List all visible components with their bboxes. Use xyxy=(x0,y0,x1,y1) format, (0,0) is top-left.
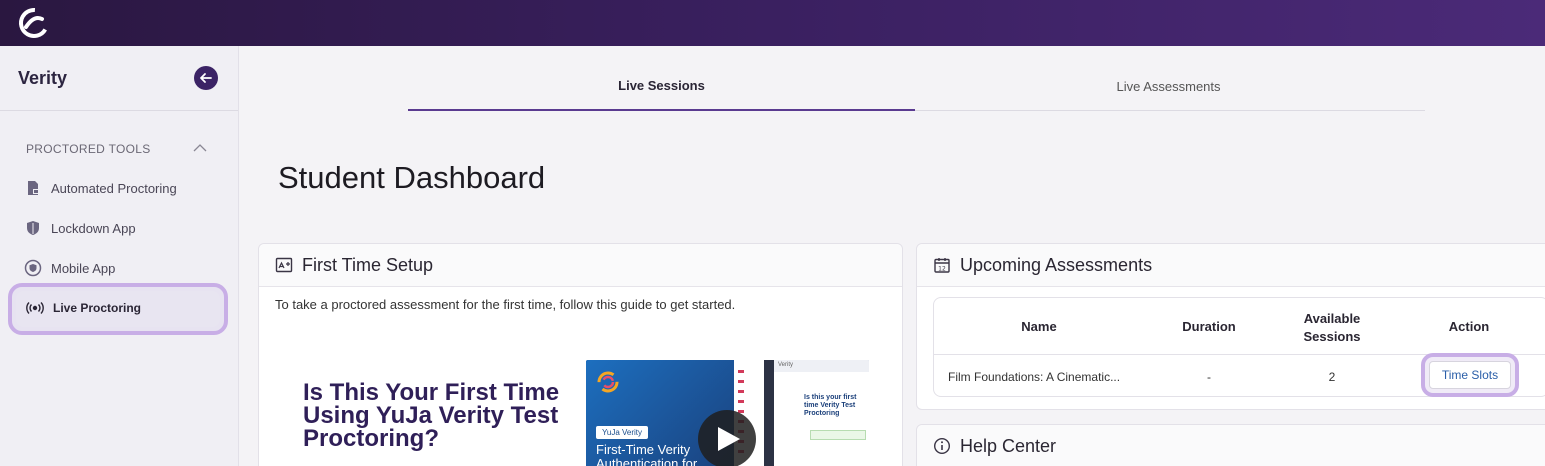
chevron-up-icon[interactable] xyxy=(192,142,208,154)
arrow-left-icon xyxy=(200,73,212,83)
card-title: Help Center xyxy=(960,435,1057,456)
first-time-setup-card: First Time Setup To take a proctored ass… xyxy=(258,243,903,466)
upcoming-assessments-table: Name Duration Available Sessions Action … xyxy=(933,297,1545,397)
sidebar-item-live-proctoring[interactable]: Live Proctoring xyxy=(26,298,141,318)
proctored-tools-section-label: PROCTORED TOOLS xyxy=(26,142,151,156)
shield-icon xyxy=(27,221,39,235)
video-window-heading: Is this your first time Verity Test Proc… xyxy=(804,394,857,417)
help-center-header: Help Center xyxy=(917,425,1545,466)
sidebar-item-label: Automated Proctoring xyxy=(51,180,177,196)
top-navigation-bar xyxy=(0,0,1545,46)
info-icon xyxy=(933,437,951,455)
column-header-name: Name xyxy=(1021,319,1057,334)
calendar-icon: 12 xyxy=(934,258,950,273)
card-title: First Time Setup xyxy=(302,254,434,275)
column-header-action: Action xyxy=(1448,319,1490,334)
session-tabs: Live Sessions Live Assessments xyxy=(408,66,1425,111)
sidebar-header: Verity xyxy=(0,46,238,111)
setup-description: To take a proctored assessment for the f… xyxy=(275,297,736,312)
play-button[interactable] xyxy=(698,410,756,466)
sidebar-item-automated-proctoring[interactable]: Automated Proctoring xyxy=(24,178,177,198)
video-green-box xyxy=(810,430,866,440)
first-time-setup-header: First Time Setup xyxy=(259,244,902,287)
yuja-logo-icon xyxy=(597,371,619,393)
page-title: Student Dashboard xyxy=(278,160,546,195)
svg-text:12: 12 xyxy=(938,266,946,273)
upcoming-assessments-card: 12 Upcoming Assessments Name Duration Av… xyxy=(916,243,1545,410)
sidebar-title: Verity xyxy=(18,68,68,88)
guide-video-thumbnail[interactable]: YuJa Verity First-Time Verity Authentica… xyxy=(586,360,869,466)
image-text-icon xyxy=(275,257,293,273)
tab-live-sessions[interactable]: Live Sessions xyxy=(408,66,915,111)
document-lock-icon xyxy=(28,181,39,195)
assessment-duration: - xyxy=(1207,370,1211,384)
tab-live-assessments[interactable]: Live Assessments xyxy=(915,66,1422,111)
card-title: Upcoming Assessments xyxy=(960,254,1153,275)
assessment-name[interactable]: Film Foundations: A Cinematic... xyxy=(948,370,1120,384)
video-content-panel: Verity Is this your first time Verity Te… xyxy=(774,360,869,466)
sidebar: Verity PROCTORED TOOLS Automated Proctor… xyxy=(0,46,239,466)
video-window-bar: Verity xyxy=(774,360,869,372)
broadcast-icon xyxy=(26,302,44,314)
column-header-available-sessions: Available Sessions xyxy=(1303,311,1361,344)
sidebar-item-label: Live Proctoring xyxy=(53,301,142,315)
collapse-sidebar-button[interactable] xyxy=(194,66,218,90)
video-tag: YuJa Verity xyxy=(596,426,649,439)
play-icon xyxy=(718,427,740,451)
promo-heading: Is This Your First Time Using YuJa Verit… xyxy=(303,379,560,452)
sidebar-item-mobile-app[interactable]: Mobile App xyxy=(24,258,115,278)
help-center-card: Help Center xyxy=(916,424,1545,466)
time-slots-button[interactable]: Time Slots xyxy=(1429,361,1511,389)
sidebar-item-lockdown-app[interactable]: Lockdown App xyxy=(24,218,136,238)
sidebar-item-label: Lockdown App xyxy=(51,220,136,236)
upcoming-assessments-header: 12 Upcoming Assessments xyxy=(917,244,1545,287)
assessment-sessions: 2 xyxy=(1328,370,1336,384)
mobile-shield-icon xyxy=(24,259,42,277)
video-dark-rail xyxy=(764,360,774,466)
yuja-logo-icon[interactable] xyxy=(16,5,52,41)
column-header-duration: Duration xyxy=(1182,319,1236,334)
time-slots-highlight: Time Slots xyxy=(1421,353,1519,397)
sidebar-item-label: Mobile App xyxy=(51,260,116,276)
